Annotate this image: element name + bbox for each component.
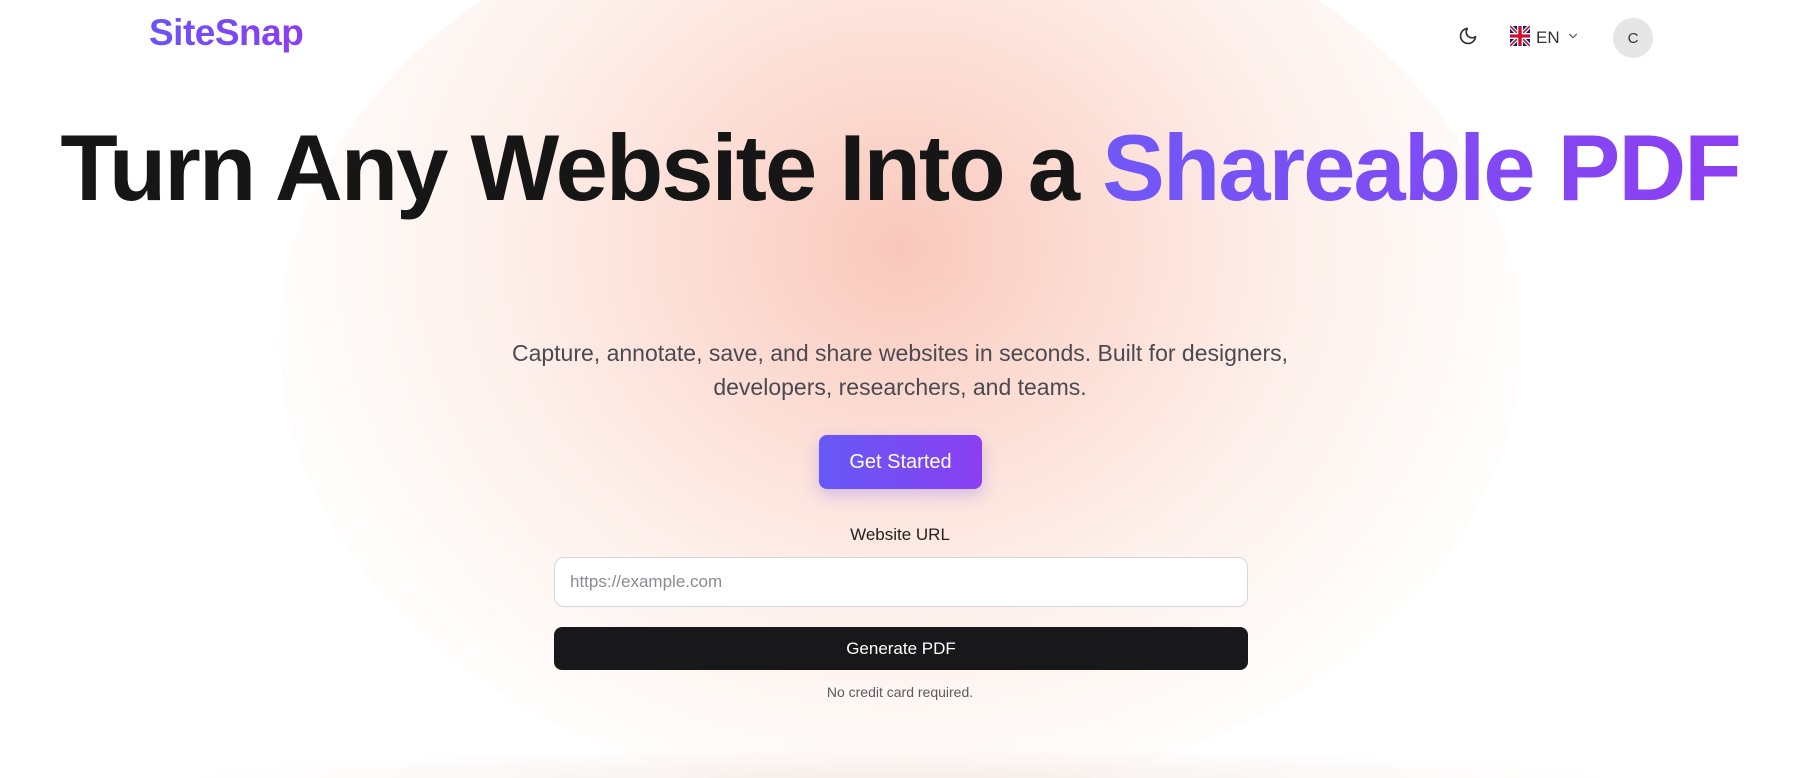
website-url-label: Website URL	[850, 525, 950, 544]
headline-accent: Shareable PDF	[1102, 115, 1741, 220]
theme-toggle-button[interactable]	[1452, 22, 1484, 54]
no-credit-card-note: No credit card required.	[826, 684, 974, 700]
avatar-initial: C	[1627, 29, 1639, 47]
hero-headline: Turn Any Website Into a Shareable PDF	[0, 121, 1800, 215]
headline-text: Turn Any Website Into a	[60, 115, 1103, 220]
hero-subtitle: Capture, annotate, save, and share websi…	[511, 340, 1289, 400]
language-code: EN	[1536, 28, 1560, 47]
background-glow-bottom	[180, 748, 1620, 778]
chevron-down-icon	[1566, 29, 1580, 48]
page: SiteSnap EN C Turn Any Website Into a Sh…	[0, 0, 1800, 778]
get-started-button[interactable]: Get Started	[819, 435, 982, 489]
website-url-input[interactable]	[554, 557, 1248, 607]
generate-pdf-button[interactable]: Generate PDF	[554, 627, 1248, 670]
uk-flag-icon	[1508, 24, 1532, 51]
logo[interactable]: SiteSnap	[149, 12, 304, 54]
moon-icon	[1458, 26, 1478, 51]
language-selector[interactable]: EN	[1508, 20, 1580, 56]
avatar[interactable]: C	[1613, 18, 1653, 58]
